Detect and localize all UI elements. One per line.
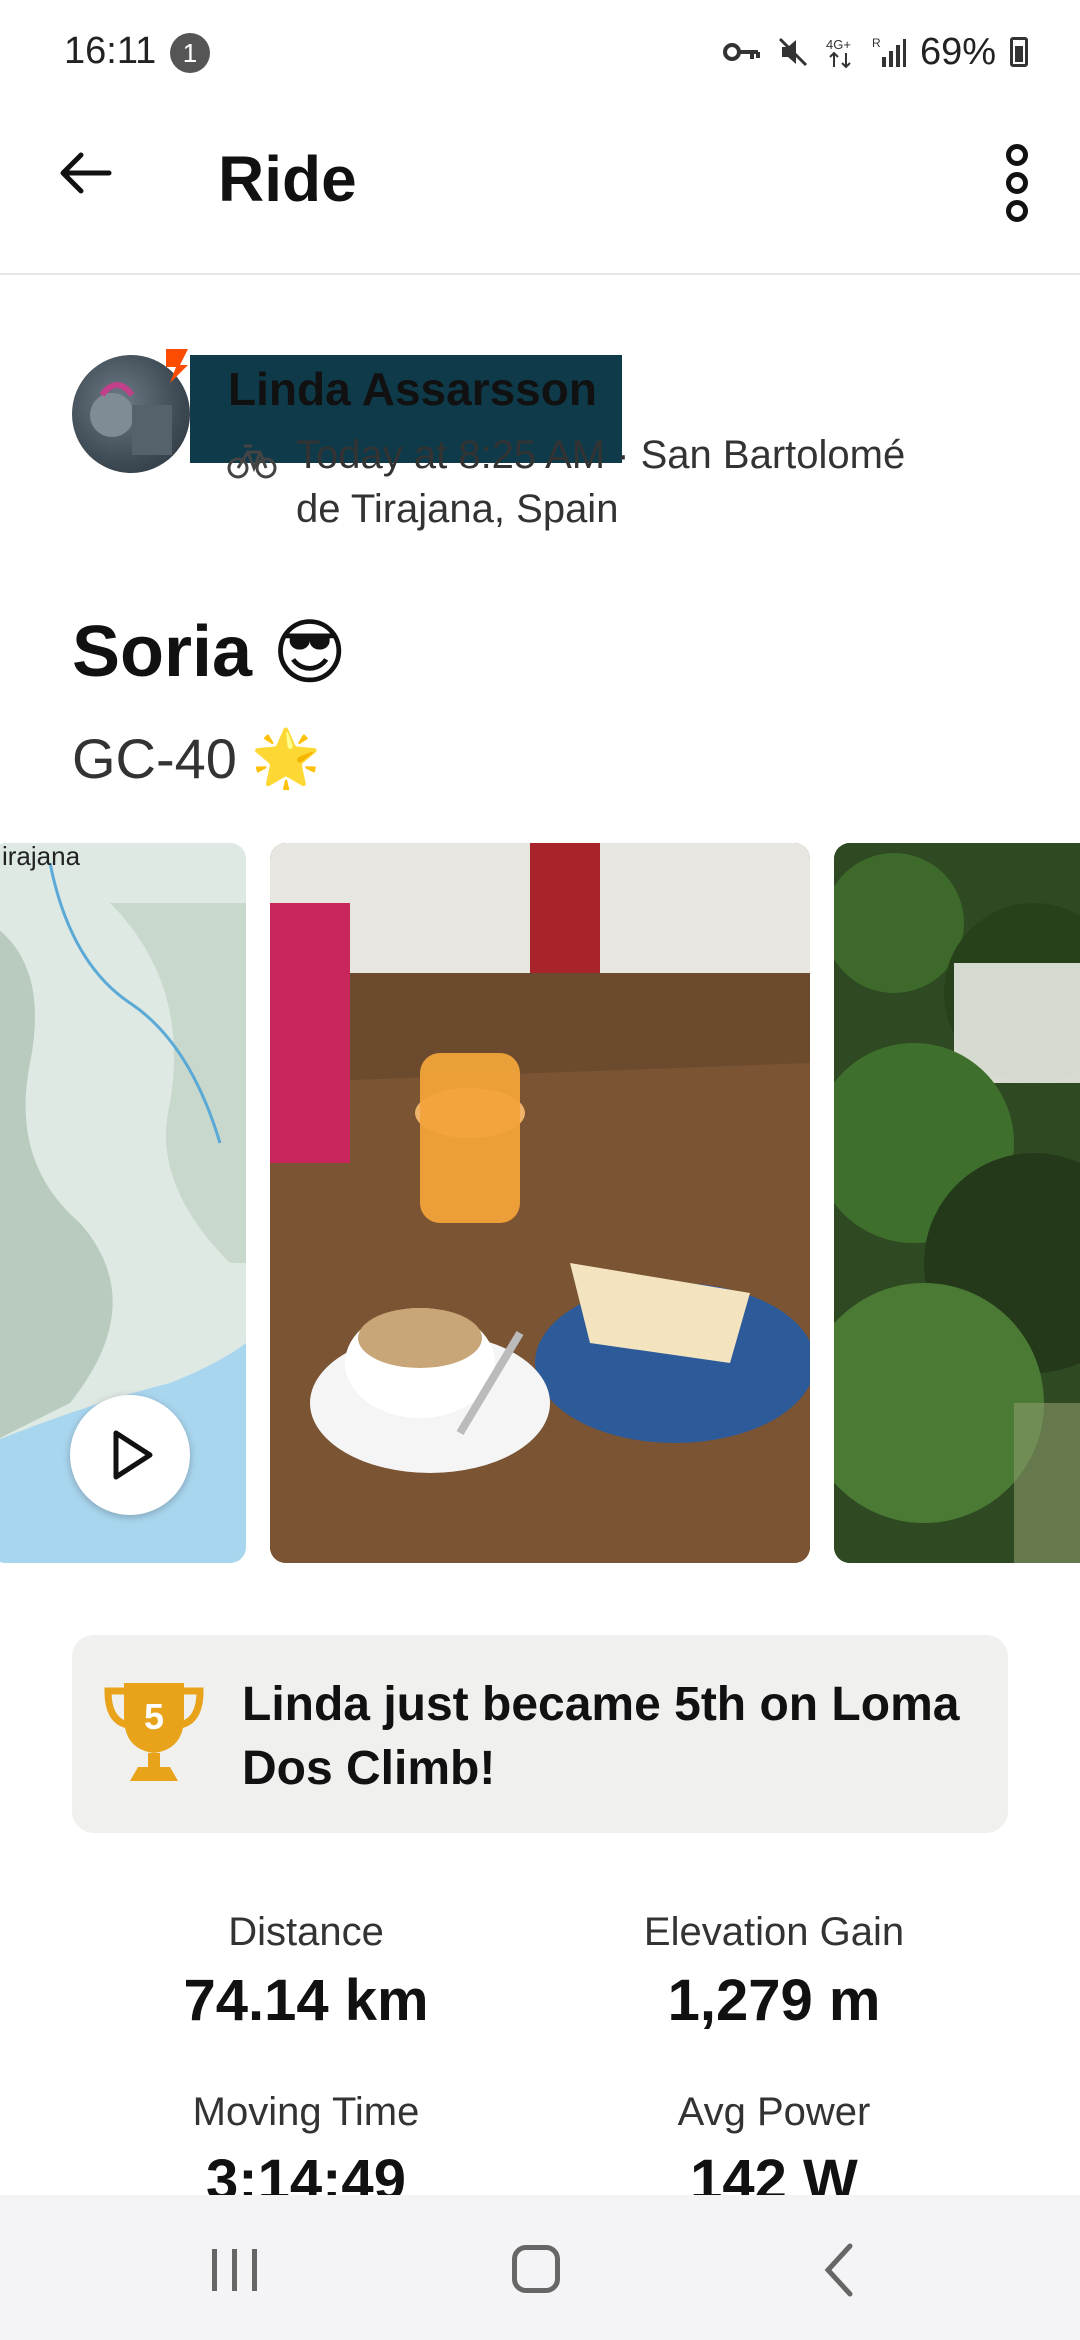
home-icon[interactable] — [512, 2245, 560, 2293]
activity-title-row: Soria 😎 — [72, 610, 347, 694]
trophy-rank: 5 — [144, 1696, 164, 1737]
stat-label: Avg Power — [677, 2090, 871, 2134]
system-nav-bar — [0, 2195, 1080, 2340]
photo-trees[interactable] — [834, 843, 1080, 1563]
mute-icon — [778, 37, 807, 67]
trees-photo-image — [834, 843, 1080, 1563]
stat-elevation-gain: Elevation Gain 1,279 m — [534, 1910, 1014, 2034]
more-dot — [1006, 200, 1028, 222]
status-icons: 4G+ R 69% — [722, 28, 1028, 76]
arrow-left-icon — [60, 152, 112, 194]
more-vertical-icon — [1006, 144, 1028, 166]
battery-icon — [1010, 37, 1028, 67]
map-place-label: irajana — [2, 843, 81, 871]
more-options-button[interactable] — [982, 138, 1052, 228]
more-dot — [1006, 172, 1028, 194]
recents-icon[interactable] — [200, 2245, 270, 2295]
app-header: Ride — [0, 100, 1080, 275]
status-time: 16:11 — [64, 30, 157, 72]
svg-text:4G+: 4G+ — [826, 37, 851, 52]
stat-label: Distance — [228, 1910, 384, 1954]
back-icon[interactable] — [820, 2240, 860, 2300]
sunglasses-emoji-icon: 😎 — [272, 613, 348, 693]
notification-badge: 1 — [170, 33, 210, 73]
signal-icon: R — [872, 36, 906, 67]
activity-title: Soria — [72, 612, 253, 692]
status-bar: 16:11 1 4G+ R 69% — [0, 0, 1080, 100]
activity-description: GC-40 — [72, 726, 237, 790]
star-emoji-icon: 🌟 — [250, 726, 321, 789]
stat-distance: Distance 74.14 km — [66, 1910, 546, 2034]
photo-cafe[interactable] — [270, 843, 810, 1563]
svg-text:R: R — [872, 36, 881, 50]
trophy-icon: 5 — [104, 1683, 204, 1781]
screen: 16:11 1 4G+ R 69% Ride Linda Assarsson T… — [0, 0, 1080, 2340]
stat-value: 1,279 m — [667, 1968, 881, 2033]
key-icon — [722, 43, 760, 61]
activity-description-row: GC-40 🌟 — [72, 725, 321, 791]
play-icon — [113, 1430, 153, 1480]
play-flyover-button[interactable] — [70, 1395, 190, 1515]
battery-percent: 69% — [919, 30, 996, 73]
athlete-name[interactable]: Linda Assarsson — [228, 362, 597, 416]
stat-value: 74.14 km — [183, 1968, 429, 2033]
stat-label: Moving Time — [192, 2090, 420, 2134]
bike-icon — [227, 444, 277, 479]
4g-icon: 4G+ — [826, 37, 851, 69]
achievement-text: Linda just became 5th on Loma Dos Climb! — [242, 1678, 960, 1795]
achievement-card[interactable]: 5 Linda just became 5th on Loma Dos Clim… — [72, 1635, 1008, 1833]
page-title: Ride — [218, 143, 357, 215]
stat-label: Elevation Gain — [643, 1910, 905, 1954]
cafe-photo-image — [270, 843, 810, 1563]
activity-meta: Today at 8:25 AM · San Bartolomé de Tira… — [296, 433, 906, 531]
route-map[interactable]: irajana — [0, 843, 246, 1563]
back-button[interactable] — [50, 138, 120, 208]
